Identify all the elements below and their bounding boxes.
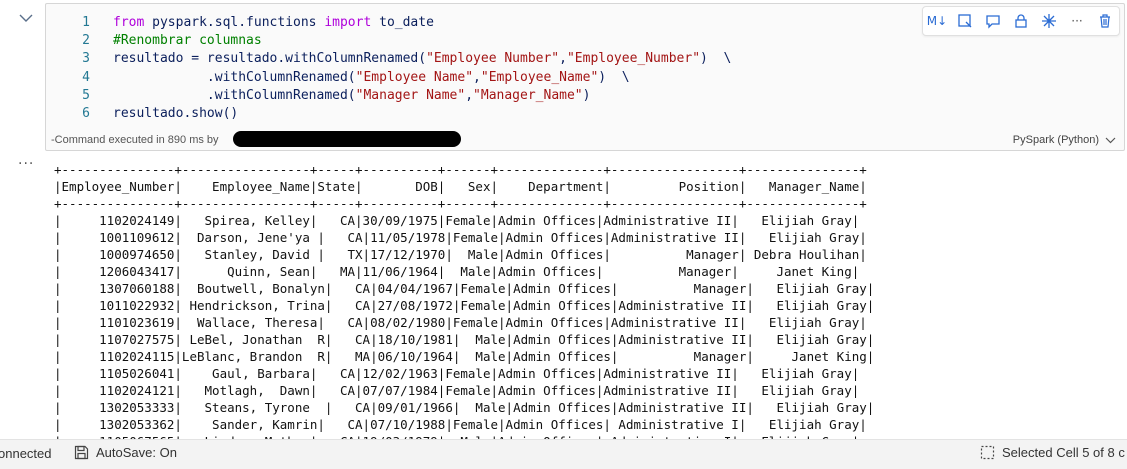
selection-status: Selected Cell 5 of 8 c [980,445,1125,460]
code-token: .withColumnRenamed( [113,69,356,85]
code-line[interactable]: 4 .withColumnRenamed("Employee Name", "Em… [46,69,1124,87]
autosave-toggle[interactable]: AutoSave: On [74,445,177,460]
autosave-label: AutoSave: On [96,445,177,460]
code-token: "Employee Name" [355,69,474,85]
cell-toolbar: M↓ ··· [922,6,1120,36]
comment-icon[interactable] [983,11,1003,31]
chevron-down-icon [19,14,33,22]
line-number: 3 [82,51,90,67]
code-token: resultado = resultado.withColumnRenamed( [113,51,427,67]
code-line[interactable]: 6 resultado.show() [46,105,1124,123]
code-token: , [465,87,474,103]
execution-status: -Command executed in 890 ms by [51,131,461,147]
selection-icon [980,445,995,460]
output-line: | 1011022932| Hendrickson, Trina| CA|27/… [54,298,875,313]
redacted-user [233,131,461,147]
output-line: | 1101023619| Wallace, Theresa| CA|08/02… [54,315,867,330]
line-number: 1 [82,15,90,30]
selection-label: Selected Cell 5 of 8 c [1002,445,1125,460]
code-token: .withColumnRenamed( [113,87,356,103]
chevron-down-icon [1105,137,1116,143]
output-line: | 1206043417| Quinn, Sean| MA|11/06/1964… [54,264,860,279]
output-line: | 1307060188| Boutwell, Bonalyn| CA|04/0… [54,281,875,296]
code-token: "Employee_Name" [480,69,599,85]
output-line: | 1102024121| Motlagh, Dawn| CA|07/07/19… [54,383,860,398]
output-line: | 1302053333| Steans, Tyrone | CA|09/01/… [54,400,875,415]
code-token: to_date [371,15,434,30]
line-number: 6 [82,105,90,121]
freeze-icon[interactable] [1039,11,1059,31]
code-line[interactable]: 5 .withColumnRenamed("Manager Name", "Man… [46,87,1124,105]
output-line: | 1102024149| Spirea, Kelley| CA|30/09/1… [54,213,860,228]
connection-status: onnected [0,446,52,461]
markdown-toggle-icon[interactable]: M↓ [927,11,947,31]
code-token: ) [582,87,591,103]
code-token: #Renombrar columnas [113,33,262,49]
code-token: "Employee_Number" [566,51,701,67]
status-bar: onnected AutoSave: On Selected Cell 5 of… [0,439,1127,469]
code-line[interactable]: 3 resultado = resultado.withColumnRenamed… [46,50,1124,68]
output-line: | 1105026041| Gaul, Barbara| CA|12/02/19… [54,366,860,381]
line-number: 2 [82,33,90,49]
code-token: pyspark.sql.functions [144,15,325,30]
code-token: "Manager_Name" [473,87,583,103]
output-line: | 1001109612| Darson, Jene'ya | CA|11/05… [54,230,867,245]
delete-icon[interactable] [1095,11,1115,31]
output-line: | 1107027575| LeBel, Jonathan R| CA|18/1… [54,332,875,347]
code-token: "Manager Name" [355,87,466,103]
lock-icon[interactable] [1011,11,1031,31]
output-line: | 1302053362| Sander, Kamrin| CA|07/10/1… [54,417,867,432]
line-number: 4 [82,69,90,85]
code-token: import [324,15,372,30]
code-token: "Employee Number" [426,51,560,67]
output-line: +---------------+-----------------+-----… [54,196,867,211]
save-icon [74,445,89,460]
more-icon[interactable]: ··· [1067,11,1087,31]
code-token: , [559,51,567,67]
output-more-button[interactable]: ··· [18,156,34,172]
code-token: , [473,69,481,85]
comment-search-icon[interactable] [955,11,975,31]
code-token: ) \ [598,69,630,85]
code-token: resultado.show() [113,105,239,121]
language-label: PySpark (Python) [1012,134,1099,146]
code-token: from [113,15,145,30]
language-selector[interactable]: PySpark (Python) [1013,134,1116,146]
line-number: 5 [82,87,90,103]
code-token: ) \ [700,51,732,67]
output-line: |Employee_Number| Employee_Name|State| D… [54,179,867,194]
code-cell[interactable]: 1 from pyspark.sql.functions import to_da… [45,3,1125,151]
cell-output: +---------------+-----------------+-----… [54,161,1124,439]
output-line: +---------------+-----------------+-----… [54,162,867,177]
output-line: | 1102024115|LeBlanc, Brandon R| MA|06/1… [54,349,875,364]
output-line: | 1000974650| Stanley, David | TX|17/12/… [54,247,867,262]
collapse-cell-button[interactable] [16,10,36,26]
